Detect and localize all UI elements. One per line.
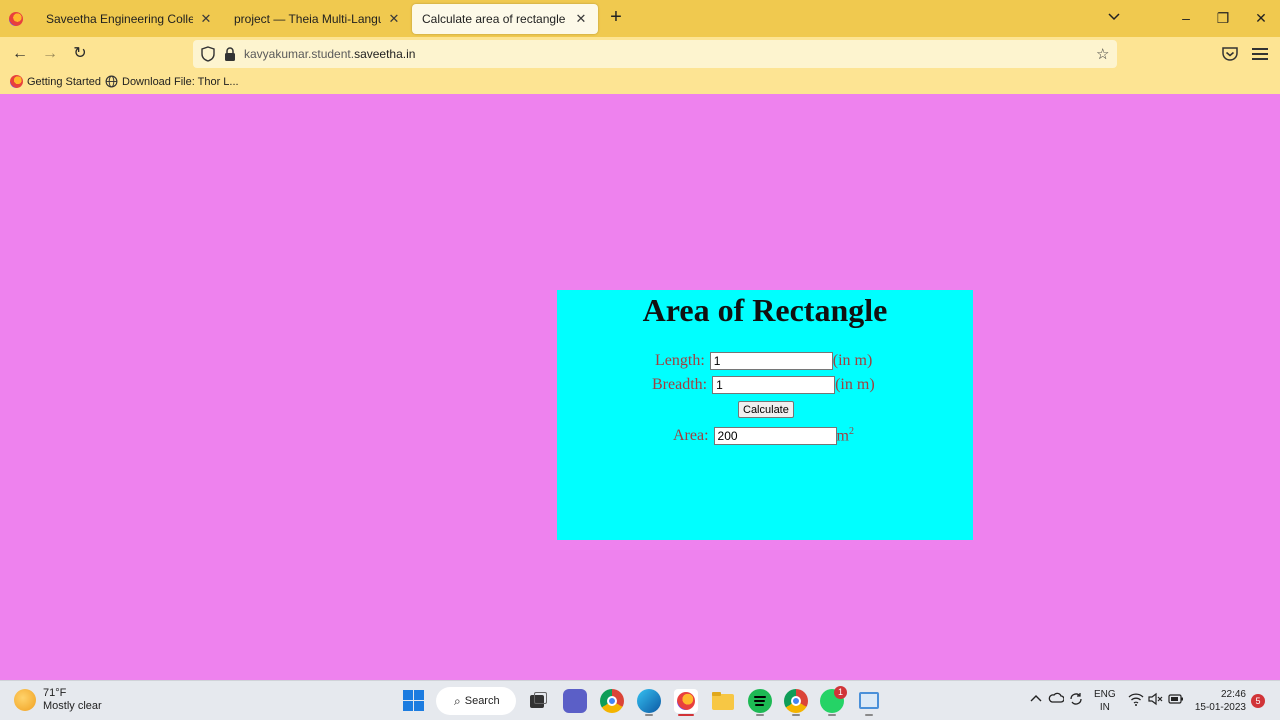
close-icon[interactable]: ✕ [574, 11, 588, 27]
area-unit-base: m [836, 427, 849, 445]
start-button[interactable] [402, 689, 426, 713]
calculator-panel: Area of Rectangle Length: (in m) Breadth… [557, 290, 973, 540]
weather-widget[interactable]: 71°F Mostly clear [14, 687, 102, 713]
edge-icon[interactable] [637, 689, 661, 713]
length-label: Length: [655, 352, 705, 369]
close-icon[interactable]: ✕ [199, 11, 213, 27]
address-bar[interactable]: kavyakumar.student.saveetha.in ☆ [193, 40, 1117, 68]
url-text[interactable]: kavyakumar.student.saveetha.in [244, 47, 415, 61]
bookmark-label: Getting Started [27, 75, 101, 88]
area-output[interactable] [713, 426, 837, 445]
weather-condition: Mostly clear [43, 700, 102, 712]
tab-project-theia[interactable]: project — Theia Multi-Language Ex ✕ [224, 4, 411, 34]
length-row: Length: (in m) [655, 352, 872, 370]
notification-badge[interactable]: 5 [1251, 694, 1265, 708]
running-indicator [792, 714, 800, 716]
clock-date: 15-01-2023 [1194, 702, 1246, 713]
running-indicator [865, 714, 873, 716]
pocket-icon[interactable] [1221, 45, 1239, 63]
taskbar-search[interactable]: ⌕ Search [436, 687, 516, 715]
clock-time: 22:46 [1220, 689, 1246, 700]
breadth-label: Breadth: [652, 376, 708, 393]
shield-icon[interactable] [201, 46, 215, 62]
snipping-tool-icon[interactable] [857, 689, 881, 713]
forward-button[interactable]: → [40, 44, 60, 64]
firefox-icon [10, 75, 23, 88]
back-button[interactable]: ← [10, 44, 30, 64]
breadth-unit: (in m) [835, 376, 875, 393]
tab-title: project — Theia Multi-Language Ex [234, 12, 381, 26]
active-indicator [678, 714, 694, 716]
close-icon[interactable]: ✕ [387, 11, 401, 27]
tab-strip: Saveetha Engineering College ✕ project —… [0, 0, 1280, 37]
page-title: Area of Rectangle [642, 292, 888, 328]
url-subdomain: kavyakumar.student. [244, 47, 355, 61]
taskbar: 71°F Mostly clear ⌕ Search 1 ENG IN 22:4… [0, 680, 1280, 720]
hamburger-menu-icon[interactable] [1252, 45, 1268, 61]
area-unit: m2 [837, 426, 854, 445]
page-body: Area of Rectangle Length: (in m) Breadth… [0, 94, 1280, 680]
breadth-row: Breadth: (in m) [652, 376, 875, 394]
bookmark-star-icon[interactable]: ☆ [1096, 45, 1109, 63]
firefox-taskbar-icon[interactable] [674, 689, 698, 713]
tab-saveetha[interactable]: Saveetha Engineering College ✕ [36, 4, 223, 34]
running-indicator [645, 714, 653, 716]
area-unit-exponent: 2 [848, 426, 854, 437]
minimize-button[interactable]: – [1176, 8, 1196, 28]
onedrive-icon[interactable] [1048, 692, 1065, 707]
sync-icon[interactable] [1068, 691, 1084, 710]
bookmark-download-file[interactable]: Download File: Thor L... [105, 75, 239, 88]
wifi-icon[interactable] [1128, 692, 1144, 709]
lock-icon[interactable] [223, 46, 237, 62]
spotify-icon[interactable] [748, 689, 772, 713]
search-label: Search [464, 695, 500, 707]
bookmarks-toolbar: Getting Started Download File: Thor L... [0, 71, 1280, 94]
navigation-bar: ← → ↻ kavyakumar.student.saveetha.in ☆ [0, 37, 1280, 71]
area-row: Area: m2 [673, 426, 854, 445]
battery-icon[interactable] [1168, 693, 1184, 708]
tab-calculate-area[interactable]: Calculate area of rectangle ✕ [412, 4, 598, 34]
teams-chat-icon[interactable] [563, 689, 587, 713]
firefox-icon[interactable] [9, 12, 23, 26]
language-indicator[interactable]: ENG IN [1094, 688, 1116, 714]
restore-button[interactable]: ❐ [1213, 8, 1233, 28]
length-input[interactable] [709, 352, 833, 370]
area-label: Area: [673, 426, 709, 444]
volume-muted-icon[interactable] [1148, 692, 1164, 709]
chrome-profile-icon[interactable] [784, 689, 808, 713]
url-domain: saveetha.in [354, 47, 416, 61]
running-indicator [828, 714, 836, 716]
running-indicator [756, 714, 764, 716]
whatsapp-badge: 1 [834, 686, 847, 699]
new-tab-button[interactable]: + [606, 7, 626, 28]
tab-title: Calculate area of rectangle [422, 12, 566, 26]
region-code: IN [1099, 702, 1110, 713]
weather-moon-icon [14, 689, 36, 711]
search-icon: ⌕ [454, 693, 461, 708]
task-view-icon[interactable] [526, 689, 550, 713]
length-unit: (in m) [832, 352, 873, 369]
chrome-icon[interactable] [600, 689, 624, 713]
system-clock[interactable]: 22:46 15-01-2023 [1194, 688, 1246, 714]
file-explorer-icon[interactable] [711, 689, 735, 713]
chevron-up-icon[interactable] [1030, 693, 1042, 705]
temperature: 71°F [43, 687, 67, 699]
calculate-button[interactable]: Calculate [738, 401, 794, 418]
bookmark-getting-started[interactable]: Getting Started [10, 75, 101, 88]
language-code: ENG [1094, 689, 1116, 700]
list-all-tabs-icon[interactable] [1108, 10, 1120, 24]
breadth-input[interactable] [712, 376, 836, 394]
bookmark-label: Download File: Thor L... [122, 75, 239, 88]
reload-button[interactable]: ↻ [70, 44, 90, 64]
tab-title: Saveetha Engineering College [46, 12, 193, 26]
globe-icon [105, 75, 118, 88]
close-window-button[interactable]: ✕ [1251, 8, 1271, 28]
